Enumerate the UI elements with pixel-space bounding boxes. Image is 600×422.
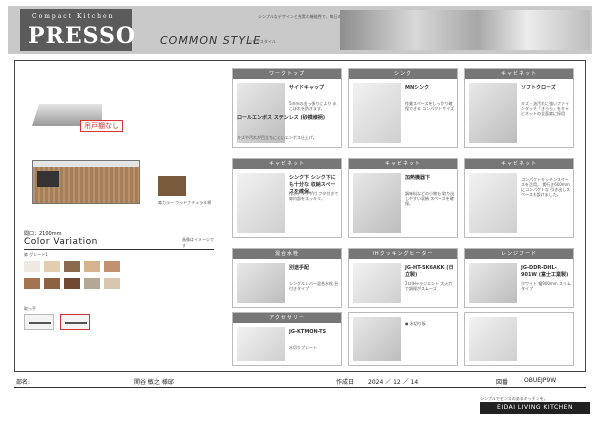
color-chip <box>104 261 120 272</box>
feature-cell: 混合水栓別途手配シングルレバー混合水栓 台付きタイプ <box>232 248 342 308</box>
cell-body: 水切りプレート <box>289 345 317 350</box>
cell-header: キャビネット <box>349 159 457 169</box>
cell-title: JG-KTMON-TS <box>289 329 327 335</box>
image-note: 画像はイメージです <box>182 237 214 248</box>
cell-title: 加熱機器下 <box>405 175 431 181</box>
feature-cell <box>464 312 574 366</box>
cell-body: 作業スペースをしっかり確保できる コンパクトサイズ <box>405 101 455 111</box>
cell-header: レンジフード <box>465 249 573 259</box>
cell-body: ● 水切り板 <box>405 321 426 326</box>
style-name: COMMON STYLE <box>160 34 262 47</box>
feature-cell: IHクッキングヒーター JG-HT-SK6AKK (日立製) 2口IH+ラジエント … <box>348 248 458 308</box>
feature-cell: シンク MNシンク作業スペースをしっかり確保できる コンパクトサイズ <box>348 68 458 148</box>
feature-cell: アクセサリー JG-KTMON-TS 水切りプレート <box>232 312 342 366</box>
code-value: OBUEJP9W <box>524 377 557 384</box>
feature-cell: レンジフード JG-DDR-DHL-901W (富士工業製) ホワイト 幅900mm… <box>464 248 574 308</box>
header-photo-strip <box>340 10 590 50</box>
cell-header: ワークトップ <box>233 69 341 79</box>
brand-sub: Compact Kitchen <box>32 13 115 20</box>
cell-header: シンク <box>349 69 457 79</box>
cell-header: キャビネット <box>465 159 573 169</box>
kitchen-counter-image <box>32 160 140 204</box>
color-chip <box>64 278 80 289</box>
style-name-small: コモンスタイル <box>248 39 276 44</box>
feature-photo <box>353 83 401 143</box>
door-color-swatch <box>158 176 186 196</box>
brand-logo: Compact Kitchen PRESSO <box>20 9 135 51</box>
divider <box>24 249 214 250</box>
cell-body: 5mmの出っ張りにより 水こぼれを防ぎます。 <box>289 101 337 111</box>
cell-header: キャビネット <box>465 69 573 79</box>
cell-title: サイドキャップ <box>289 85 325 91</box>
kitchen-overview: 吊戸棚なし 扉カラー ウッドナチュラル柄 間口：2100mm Color Var… <box>18 90 214 340</box>
cell-header: IHクッキングヒーター <box>349 249 457 259</box>
feature-photo <box>469 263 517 303</box>
cell-body: ホワイト 幅900mm スリムタイプ <box>521 281 571 291</box>
cell-title: JG-DDR-DHL-901W (富士工業製) <box>521 265 569 278</box>
color-chip <box>44 261 60 272</box>
color-chip <box>44 278 60 289</box>
counter-top <box>33 161 139 167</box>
color-chip <box>84 261 100 272</box>
cell-body: キズ・油汚れに強いファインタッチ「きらら」をキャビネットの全面扉に採用 <box>521 101 569 116</box>
cell-header: アクセサリー <box>233 313 341 323</box>
footer-bar: 部名: 関谷 敏之 様邸 作成日 2024 ／ 12 ／ 14 図番 OBUEJ… <box>14 374 586 388</box>
cell-title: ソフトクローズ <box>521 85 556 91</box>
feature-photo <box>469 173 517 233</box>
brand-name: PRESSO <box>28 23 137 49</box>
handle-option-2 <box>60 314 90 330</box>
feature-cell: キャビネットソフトクローズキズ・油汚れに強いファインタッチ「きらら」をキャビネッ… <box>464 68 574 148</box>
handle-label: 取っ手 <box>24 306 36 311</box>
color-chip <box>24 278 40 289</box>
color-chip <box>64 261 80 272</box>
feature-photo <box>237 83 285 143</box>
feature-photo <box>469 83 517 143</box>
cell-body: コンパクトキッチンスペースを活用。 奥行き600mmにコンパクトな 引き出しスペ… <box>521 177 571 197</box>
feature-cell: キャビネット シンク下 シンク下にも十分な 収納スペースを確保。 排水トラップ付 フ… <box>232 158 342 238</box>
feature-photo <box>469 317 517 361</box>
hood-tag: 吊戸棚なし <box>80 120 123 132</box>
cell-body: 排水トラップ付 フタ付きで扉内部をスッキリ。 <box>289 191 339 201</box>
oven-slot <box>37 171 59 187</box>
cell-body-2: キズや汚れが目立ちにくいエンボス仕上げ。 <box>237 135 317 140</box>
cell-body: シングルレバー混合水栓 台付きタイプ <box>289 281 339 291</box>
cell-title-2: ロールエンボス ステンレス (砂模様柄) <box>237 115 326 121</box>
grade-label: 扉 グレード1 <box>24 252 48 257</box>
feature-photo <box>237 263 285 303</box>
color-chip <box>104 278 120 289</box>
header-banner: Compact Kitchen PRESSO シンプルなデザインと充実の機能性で… <box>8 6 592 54</box>
date-label: 作成日 <box>336 379 355 386</box>
color-chip <box>84 278 100 289</box>
cell-body: 2口IH+ラジエント 大火力で調理がスムーズ <box>405 281 453 291</box>
feature-cell: キャビネット加熱機器下調味料などの小物も 取り出しやすい収納 スペースを確保。 <box>348 158 458 238</box>
dept-label: 部名: <box>16 379 31 386</box>
customer-name: 関谷 敏之 様邸 <box>134 379 174 386</box>
feature-cell: キャビネットコンパクトキッチンスペースを活用。 奥行き600mmにコンパクトな … <box>464 158 574 238</box>
feature-photo <box>353 317 401 361</box>
feature-cell: ● 水切り板 <box>348 312 458 366</box>
feature-photo <box>353 263 401 303</box>
cell-header: 混合水栓 <box>233 249 341 259</box>
handle-option-1 <box>24 314 54 330</box>
swatch-label: 扉カラー ウッドナチュラル柄 <box>158 200 212 205</box>
feature-photo <box>353 173 401 233</box>
cell-title: MNシンク <box>405 85 430 91</box>
code-label: 図番 <box>496 379 509 386</box>
cell-title: JG-HT-SK6AKK (日立製) <box>405 265 454 278</box>
feature-photo <box>237 173 285 233</box>
color-variation-title: Color Variation <box>24 237 98 247</box>
company-logo: EIDAI LIVING KITCHEN <box>480 402 590 414</box>
cell-body: 調味料などの小物も 取り出しやすい収納 スペースを確保。 <box>405 191 455 206</box>
date-value: 2024 ／ 12 ／ 14 <box>368 379 419 386</box>
feature-cell: ワークトップサイドキャップ 5mmの出っ張りにより 水こぼれを防ぎます。ロールエン… <box>232 68 342 148</box>
cell-header: キャビネット <box>233 159 341 169</box>
color-chip <box>24 261 40 272</box>
cell-title: 別途手配 <box>289 265 310 271</box>
width-dimension: 間口：2100mm <box>24 231 62 237</box>
feature-photo <box>237 327 285 361</box>
